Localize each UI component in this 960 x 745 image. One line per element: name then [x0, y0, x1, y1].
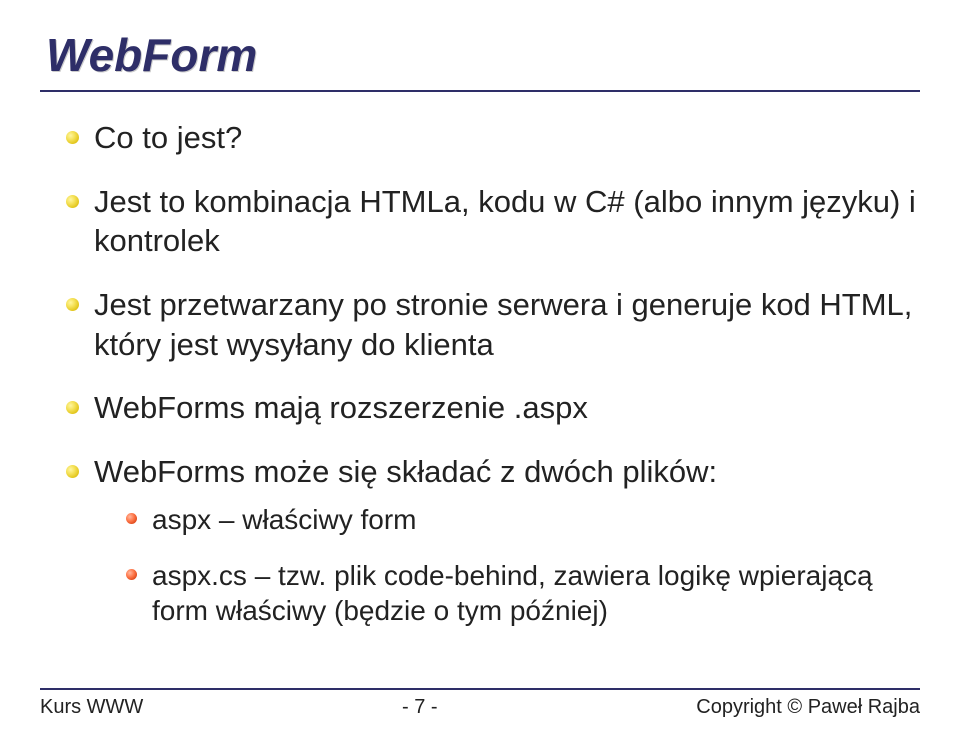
- bullet-l1: Co to jest?: [66, 118, 920, 158]
- footer: Kurs WWW - 7 - Copyright © Paweł Rajba: [40, 688, 920, 719]
- bullet-l1-text: WebForms może się składać z dwóch plików…: [94, 454, 717, 489]
- content-area: Co to jest? Jest to kombinacja HTMLa, ko…: [40, 118, 920, 629]
- bullet-l2: aspx – właściwy form: [126, 502, 920, 538]
- footer-right: Copyright © Paweł Rajba: [696, 696, 920, 719]
- slide-title: WebForm: [40, 28, 920, 82]
- bullet-l1: Jest to kombinacja HTMLa, kodu w C# (alb…: [66, 182, 920, 261]
- slide: WebForm Co to jest? Jest to kombinacja H…: [0, 0, 960, 745]
- title-divider: [40, 90, 920, 92]
- bullet-l1: WebForms mają rozszerzenie .aspx: [66, 388, 920, 428]
- bullet-l2: aspx.cs – tzw. plik code-behind, zawiera…: [126, 558, 920, 630]
- sub-list: aspx – właściwy form aspx.cs – tzw. plik…: [126, 502, 920, 629]
- footer-left: Kurs WWW: [40, 696, 143, 719]
- footer-page-number: - 7 -: [402, 696, 438, 719]
- footer-row: Kurs WWW - 7 - Copyright © Paweł Rajba: [40, 696, 920, 719]
- footer-divider: [40, 688, 920, 690]
- bullet-l1: Jest przetwarzany po stronie serwera i g…: [66, 285, 920, 364]
- bullet-l1: WebForms może się składać z dwóch plików…: [66, 452, 920, 629]
